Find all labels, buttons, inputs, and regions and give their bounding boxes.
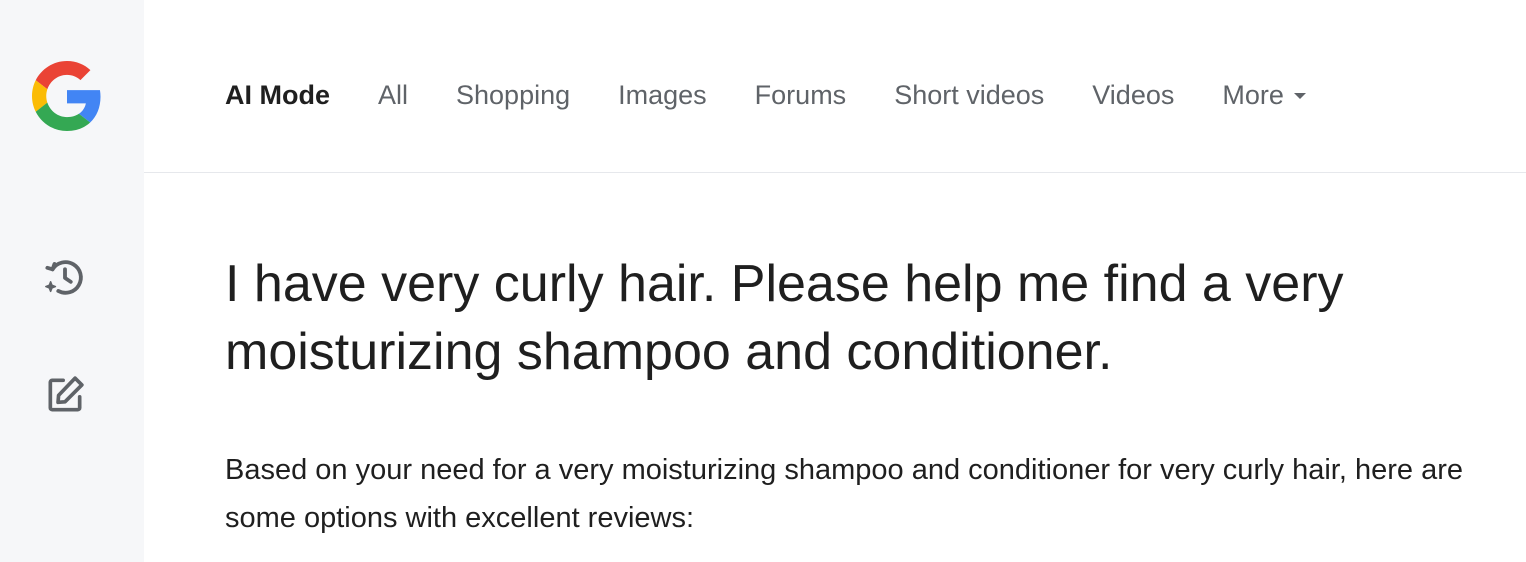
top-navigation-bar: AI Mode All Shopping Images Forums Short…: [144, 0, 1526, 173]
tab-ai-mode[interactable]: AI Mode: [225, 80, 330, 111]
history-sparkle-icon[interactable]: [40, 252, 90, 302]
answer-text: Based on your need for a very moisturizi…: [225, 454, 1463, 534]
tab-more[interactable]: More: [1222, 80, 1306, 111]
tab-shopping[interactable]: Shopping: [456, 80, 570, 111]
dropdown-caret-icon: [1293, 93, 1306, 99]
google-logo-icon[interactable]: [32, 61, 102, 131]
tab-videos[interactable]: Videos: [1092, 80, 1174, 111]
edit-square-icon[interactable]: [40, 370, 90, 420]
tab-all[interactable]: All: [378, 80, 408, 111]
main-content: I have very curly hair. Please help me f…: [225, 250, 1505, 542]
sidebar: [0, 0, 144, 562]
query-heading: I have very curly hair. Please help me f…: [225, 255, 1344, 381]
tab-short-videos[interactable]: Short videos: [894, 80, 1044, 111]
search-tabs: AI Mode All Shopping Images Forums Short…: [225, 72, 1354, 118]
tab-forums[interactable]: Forums: [755, 80, 847, 111]
tab-images[interactable]: Images: [618, 80, 707, 111]
